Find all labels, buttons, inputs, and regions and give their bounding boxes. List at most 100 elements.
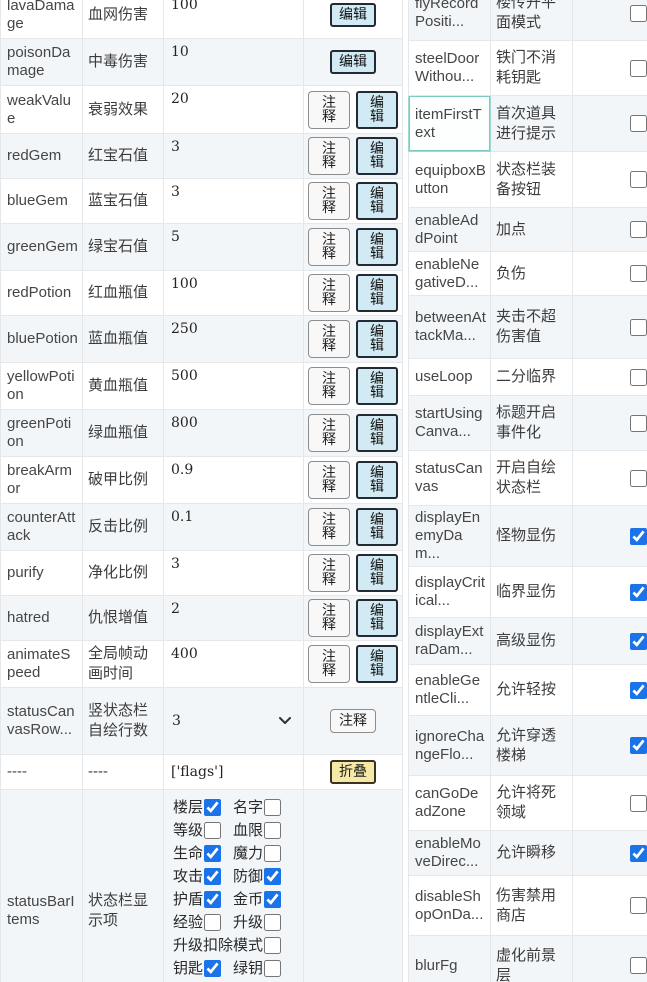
comment-button[interactable]: 注释 <box>308 414 350 452</box>
flag-checkbox[interactable] <box>630 265 647 282</box>
table-row: statusCanvas 开启自绘状态栏 <box>409 451 647 506</box>
status-item-checkbox[interactable] <box>204 914 221 931</box>
edit-button[interactable]: 编辑 <box>356 367 398 405</box>
edit-button[interactable]: 编辑 <box>356 414 398 452</box>
table-row: flyRecordPositi... 楼传开平面模式 <box>409 0 647 41</box>
flag-checkbox[interactable] <box>630 897 647 914</box>
checkbox-label: 钥匙 <box>173 960 203 977</box>
status-item-checkbox[interactable] <box>264 822 281 839</box>
comment-button[interactable]: 注释 <box>308 137 350 175</box>
flag-checkbox[interactable] <box>630 115 647 132</box>
edit-button[interactable]: 编辑 <box>356 599 398 637</box>
status-item-checkbox[interactable] <box>204 822 221 839</box>
flag-checkbox[interactable] <box>630 221 647 238</box>
row-actions: 注释 编辑 <box>304 271 403 316</box>
config-key: displayCritical... <box>409 567 491 618</box>
flag-checkbox[interactable] <box>630 845 647 862</box>
status-item-checkbox[interactable] <box>264 914 281 931</box>
row-actions: 注释 编辑 <box>304 504 403 551</box>
flag-cell <box>573 665 647 716</box>
status-item-checkbox[interactable] <box>204 960 221 977</box>
edit-button[interactable]: 编辑 <box>356 320 398 358</box>
comment-button[interactable]: 注释 <box>308 461 350 499</box>
status-item-checkbox[interactable] <box>204 868 221 885</box>
checkbox-label: 金币 <box>233 891 263 908</box>
edit-button[interactable]: 编辑 <box>330 50 376 74</box>
checkbox-label: 魔力 <box>233 845 263 862</box>
config-desc: 黄血瓶值 <box>83 363 164 410</box>
flag-checkbox[interactable] <box>630 584 647 601</box>
config-key: redPotion <box>1 271 83 316</box>
config-value: 100 <box>164 0 304 39</box>
config-value: ['flags'] <box>164 755 304 790</box>
flag-checkbox[interactable] <box>630 528 647 545</box>
table-row: statusBarItems 状态栏显示项 楼层 名字 等级 血限 生命 魔力 <box>1 790 403 982</box>
status-item-checkbox[interactable] <box>264 960 281 977</box>
comment-button[interactable]: 注释 <box>308 182 350 220</box>
config-editor: lavaDamage 血网伤害 100 编辑 poisonDamage 中毒伤害… <box>0 0 647 982</box>
comment-button[interactable]: 注释 <box>308 228 350 266</box>
config-desc: 允许将死领域 <box>491 776 573 831</box>
comment-button[interactable]: 注释 <box>308 508 350 546</box>
flag-cell <box>573 776 647 831</box>
edit-button[interactable]: 编辑 <box>356 274 398 312</box>
flag-checkbox[interactable] <box>630 415 647 432</box>
edit-button[interactable]: 编辑 <box>330 3 376 27</box>
edit-button[interactable]: 编辑 <box>356 645 398 683</box>
row-actions: 注释 编辑 <box>304 551 403 596</box>
comment-button[interactable]: 注释 <box>308 320 350 358</box>
status-item-checkbox[interactable] <box>204 845 221 862</box>
table-row: ignoreChangeFlo... 允许穿透楼梯 <box>409 716 647 776</box>
config-key: ignoreChangeFlo... <box>409 716 491 776</box>
status-item-checkbox[interactable] <box>204 799 221 816</box>
flag-cell <box>573 96 647 152</box>
flag-checkbox[interactable] <box>630 60 647 77</box>
status-item-checkbox[interactable] <box>264 937 281 954</box>
edit-button[interactable]: 编辑 <box>356 182 398 220</box>
config-desc: 状态栏装备按钮 <box>491 152 573 208</box>
comment-button[interactable]: 注释 <box>308 367 350 405</box>
status-item-checkbox[interactable] <box>264 868 281 885</box>
status-item-checkbox[interactable] <box>264 891 281 908</box>
flag-checkbox[interactable] <box>630 737 647 754</box>
comment-button[interactable]: 注释 <box>308 274 350 312</box>
edit-button[interactable]: 编辑 <box>356 554 398 592</box>
flag-checkbox[interactable] <box>630 5 647 22</box>
config-desc: 全局帧动画时间 <box>83 641 164 688</box>
row-count-select[interactable]: 3 <box>171 713 299 730</box>
edit-button[interactable]: 编辑 <box>356 508 398 546</box>
comment-button[interactable]: 注释 <box>330 709 376 733</box>
comment-button[interactable]: 注释 <box>308 599 350 637</box>
edit-button[interactable]: 编辑 <box>356 137 398 175</box>
config-key: canGoDeadZone <box>409 776 491 831</box>
flag-checkbox[interactable] <box>630 470 647 487</box>
collapse-button[interactable]: 折叠 <box>330 760 376 784</box>
edit-button[interactable]: 编辑 <box>356 461 398 499</box>
config-desc: 标题开启事件化 <box>491 396 573 451</box>
config-key: greenPotion <box>1 410 83 457</box>
config-desc: 状态栏显示项 <box>83 790 164 982</box>
flag-checkbox[interactable] <box>630 795 647 812</box>
edit-button[interactable]: 编辑 <box>356 91 398 129</box>
flag-checkbox[interactable] <box>630 682 647 699</box>
status-item-checkbox[interactable] <box>204 891 221 908</box>
flag-checkbox[interactable] <box>630 319 647 336</box>
edit-button[interactable]: 编辑 <box>356 228 398 266</box>
comment-button[interactable]: 注释 <box>308 554 350 592</box>
flag-cell <box>573 0 647 41</box>
config-desc: 允许穿透楼梯 <box>491 716 573 776</box>
flag-checkbox[interactable] <box>630 633 647 650</box>
config-desc: 血网伤害 <box>83 0 164 39</box>
config-key: hatred <box>1 596 83 641</box>
config-key-selected[interactable]: itemFirstText <box>409 96 491 152</box>
comment-button[interactable]: 注释 <box>308 645 350 683</box>
flag-checkbox[interactable] <box>630 957 647 974</box>
config-key: useLoop <box>409 359 491 396</box>
config-desc: 临界显伤 <box>491 567 573 618</box>
flag-checkbox[interactable] <box>630 171 647 188</box>
status-item-checkbox[interactable] <box>264 845 281 862</box>
comment-button[interactable]: 注释 <box>308 91 350 129</box>
status-item-checkbox[interactable] <box>264 799 281 816</box>
flag-checkbox[interactable] <box>630 369 647 386</box>
config-desc: 允许轻按 <box>491 665 573 716</box>
